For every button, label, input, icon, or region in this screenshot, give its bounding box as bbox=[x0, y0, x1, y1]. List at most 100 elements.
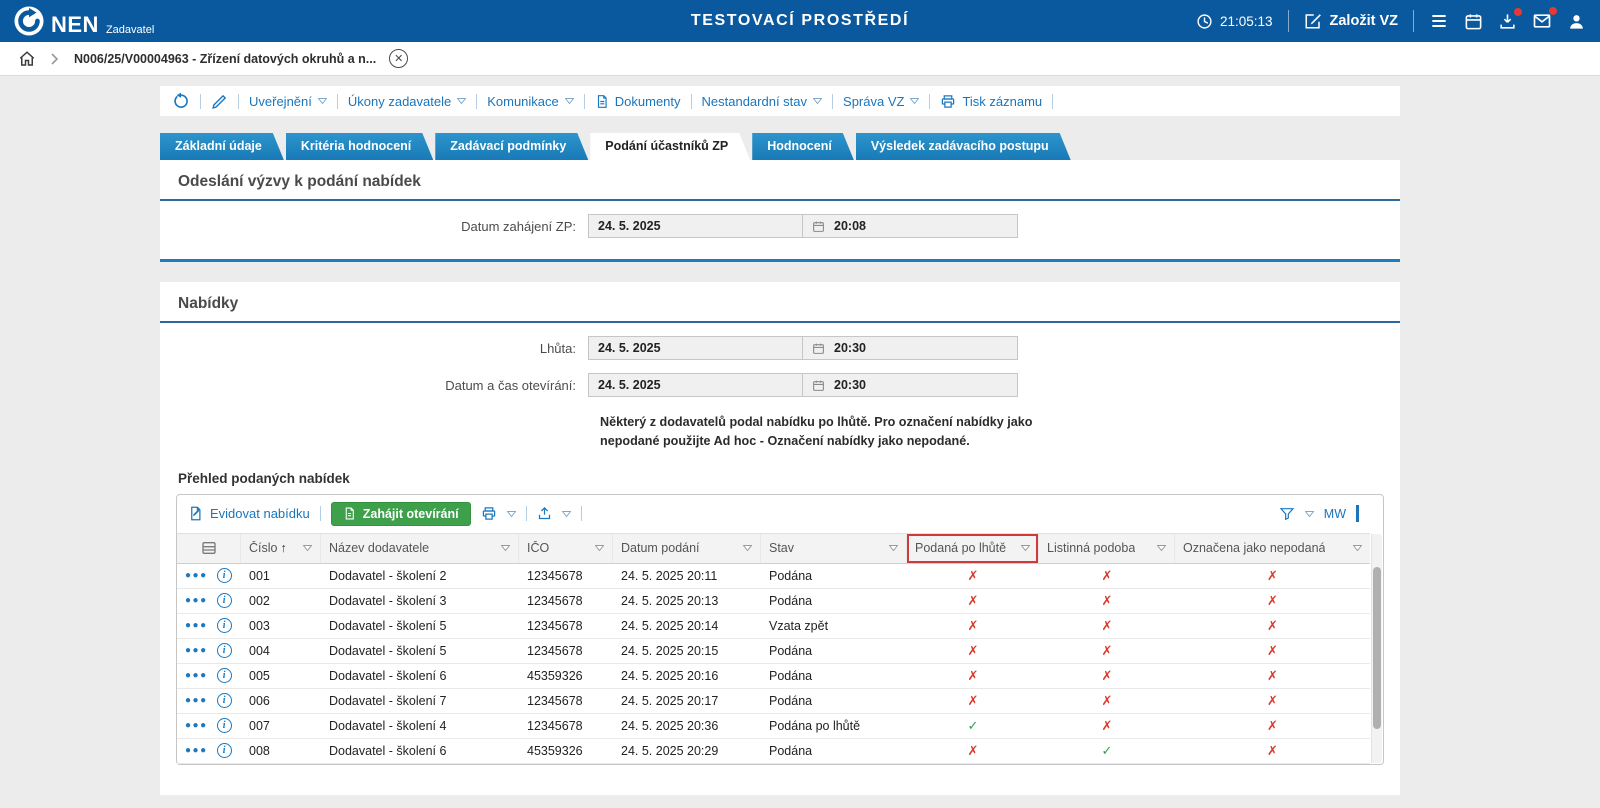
row-menu-icon[interactable]: ●●● bbox=[185, 570, 208, 581]
header-cislo[interactable]: Číslo↑ bbox=[241, 534, 321, 563]
row-menu-icon[interactable]: ●●● bbox=[185, 695, 208, 706]
calendar-small-icon bbox=[812, 342, 825, 355]
filter-chevron-icon bbox=[501, 545, 510, 551]
table-row[interactable]: ●●● i 001 Dodavatel - školení 2 12345678… bbox=[177, 564, 1370, 589]
create-vz-button[interactable]: Založit VZ bbox=[1304, 12, 1398, 30]
cell-not-submitted-mark: ✗ bbox=[1175, 643, 1370, 659]
cell-late-mark: ✗ bbox=[907, 568, 1039, 584]
table-scrollbar-thumb[interactable] bbox=[1373, 567, 1381, 729]
tab-podani-ucastniku-zp[interactable]: Podání účastníků ZP bbox=[590, 133, 750, 160]
menu-dokumenty[interactable]: Dokumenty bbox=[595, 94, 681, 109]
table-row[interactable]: ●●● i 007 Dodavatel - školení 4 12345678… bbox=[177, 714, 1370, 739]
toolbar-separator bbox=[584, 94, 585, 109]
print-table-icon[interactable] bbox=[481, 506, 497, 521]
register-offer-label: Evidovat nabídku bbox=[210, 506, 310, 521]
menu-tisk-zaznamu[interactable]: Tisk záznamu bbox=[940, 94, 1042, 109]
row-info-icon[interactable]: i bbox=[217, 593, 232, 608]
row-menu-icon[interactable]: ●●● bbox=[185, 720, 208, 731]
downloads-badge bbox=[1514, 8, 1522, 16]
row-menu-icon[interactable]: ●●● bbox=[185, 620, 208, 631]
chevron-down-icon[interactable] bbox=[507, 511, 516, 517]
row-info-icon[interactable]: i bbox=[217, 718, 232, 733]
breadcrumb-record[interactable]: N006/25/V00004963 - Zřízení datových okr… bbox=[74, 52, 376, 66]
header-listinna-podoba[interactable]: Listinná podoba bbox=[1039, 534, 1175, 563]
record-tabs: Základní údaje Kritéria hodnocení Zadáva… bbox=[160, 133, 1400, 160]
tab-zadavaci-podminky[interactable]: Zadávací podmínky bbox=[435, 133, 588, 160]
cell-late-mark: ✓ bbox=[907, 718, 1039, 734]
deadline-time-value: 20:30 bbox=[834, 341, 866, 355]
tab-vysledek-zadavaciho-postupu[interactable]: Výsledek zadávacího postupu bbox=[856, 133, 1071, 160]
cell-paper-mark: ✗ bbox=[1039, 568, 1175, 584]
row-menu-icon[interactable]: ●●● bbox=[185, 670, 208, 681]
row-info-icon[interactable]: i bbox=[217, 643, 232, 658]
tab-kriteria-hodnoceni[interactable]: Kritéria hodnocení bbox=[286, 133, 433, 160]
cell-submitted: 24. 5. 2025 20:13 bbox=[613, 594, 761, 608]
table-row[interactable]: ●●● i 004 Dodavatel - školení 5 12345678… bbox=[177, 639, 1370, 664]
start-opening-button[interactable]: Zahájit otevírání bbox=[331, 502, 471, 526]
menu-label: Tisk záznamu bbox=[962, 94, 1042, 109]
menu-uverejneni[interactable]: Uveřejnění bbox=[249, 94, 327, 109]
menu-hamburger-icon[interactable] bbox=[1429, 11, 1449, 31]
close-record-icon[interactable]: ✕ bbox=[389, 49, 408, 68]
row-info-icon[interactable]: i bbox=[217, 693, 232, 708]
section-title: Odeslání výzvy k podání nabídek bbox=[160, 160, 1400, 199]
register-offer-button[interactable]: Evidovat nabídku bbox=[188, 506, 310, 521]
cell-supplier: Dodavatel - školení 6 bbox=[321, 744, 519, 758]
table-row[interactable]: ●●● i 008 Dodavatel - školení 6 45359326… bbox=[177, 739, 1370, 764]
header-ico[interactable]: IČO bbox=[519, 534, 613, 563]
tab-hodnoceni[interactable]: Hodnocení bbox=[752, 133, 854, 160]
row-menu-icon[interactable]: ●●● bbox=[185, 645, 208, 656]
home-icon[interactable] bbox=[18, 50, 36, 68]
toolbar-separator bbox=[526, 506, 527, 521]
row-info-icon[interactable]: i bbox=[217, 743, 232, 758]
table-row[interactable]: ●●● i 005 Dodavatel - školení 6 45359326… bbox=[177, 664, 1370, 689]
cell-number: 004 bbox=[241, 644, 321, 658]
row-menu-icon[interactable]: ●●● bbox=[185, 745, 208, 756]
offers-table-card: Evidovat nabídku Zahájit otevírání bbox=[176, 494, 1384, 765]
header-podana-po-lhute[interactable]: Podaná po lhůtě bbox=[907, 534, 1039, 563]
nen-logo[interactable]: NEN Zadavatel bbox=[14, 6, 154, 36]
row-info-icon[interactable]: i bbox=[217, 618, 232, 633]
row-menu-icon[interactable]: ●●● bbox=[185, 595, 208, 606]
offers-table-title: Přehled podaných nabídek bbox=[160, 451, 1400, 494]
section-divider bbox=[160, 199, 1400, 201]
table-row[interactable]: ●●● i 002 Dodavatel - školení 3 12345678… bbox=[177, 589, 1370, 614]
chevron-down-icon[interactable] bbox=[562, 511, 571, 517]
column-settings-button[interactable] bbox=[177, 534, 241, 563]
row-info-icon[interactable]: i bbox=[217, 668, 232, 683]
header-nazev-dodavatele[interactable]: Název dodavatele bbox=[321, 534, 519, 563]
cell-submitted: 24. 5. 2025 20:17 bbox=[613, 694, 761, 708]
cell-ico: 12345678 bbox=[519, 644, 613, 658]
chevron-down-icon bbox=[457, 98, 466, 104]
cell-submitted: 24. 5. 2025 20:14 bbox=[613, 619, 761, 633]
header-datum-podani[interactable]: Datum podání bbox=[613, 534, 761, 563]
toolbar-separator bbox=[238, 94, 239, 109]
header-stav[interactable]: Stav bbox=[761, 534, 907, 563]
menu-label: Komunikace bbox=[487, 94, 559, 109]
edit-square-icon bbox=[1304, 12, 1322, 30]
menu-nestandardni-stav[interactable]: Nestandardní stav bbox=[702, 94, 823, 109]
edit-pencil-icon[interactable] bbox=[211, 93, 228, 110]
header-oznacena-jako-nepodana[interactable]: Označena jako nepodaná bbox=[1175, 534, 1370, 563]
table-scrollbar[interactable] bbox=[1371, 534, 1382, 763]
menu-ukony-zadavatele[interactable]: Úkony zadavatele bbox=[348, 94, 466, 109]
calendar-small-icon bbox=[812, 220, 825, 233]
table-row[interactable]: ●●● i 003 Dodavatel - školení 5 12345678… bbox=[177, 614, 1370, 639]
cell-paper-mark: ✗ bbox=[1039, 693, 1175, 709]
user-profile-icon[interactable] bbox=[1567, 12, 1586, 31]
tab-zakladni-udaje[interactable]: Základní údaje bbox=[160, 133, 284, 160]
mw-link[interactable]: MW bbox=[1324, 507, 1346, 521]
downloads-icon[interactable] bbox=[1498, 12, 1517, 31]
export-table-icon[interactable] bbox=[537, 506, 552, 521]
cell-paper-mark: ✓ bbox=[1039, 743, 1175, 759]
menu-sprava-vz[interactable]: Správa VZ bbox=[843, 94, 919, 109]
messages-icon[interactable] bbox=[1532, 11, 1552, 31]
history-icon[interactable] bbox=[172, 92, 190, 110]
chevron-down-icon[interactable] bbox=[1305, 511, 1314, 517]
chevron-down-icon bbox=[565, 98, 574, 104]
table-row[interactable]: ●●● i 006 Dodavatel - školení 7 12345678… bbox=[177, 689, 1370, 714]
filter-funnel-icon[interactable] bbox=[1279, 506, 1295, 522]
calendar-icon[interactable] bbox=[1464, 12, 1483, 31]
row-info-icon[interactable]: i bbox=[217, 568, 232, 583]
menu-komunikace[interactable]: Komunikace bbox=[487, 94, 574, 109]
